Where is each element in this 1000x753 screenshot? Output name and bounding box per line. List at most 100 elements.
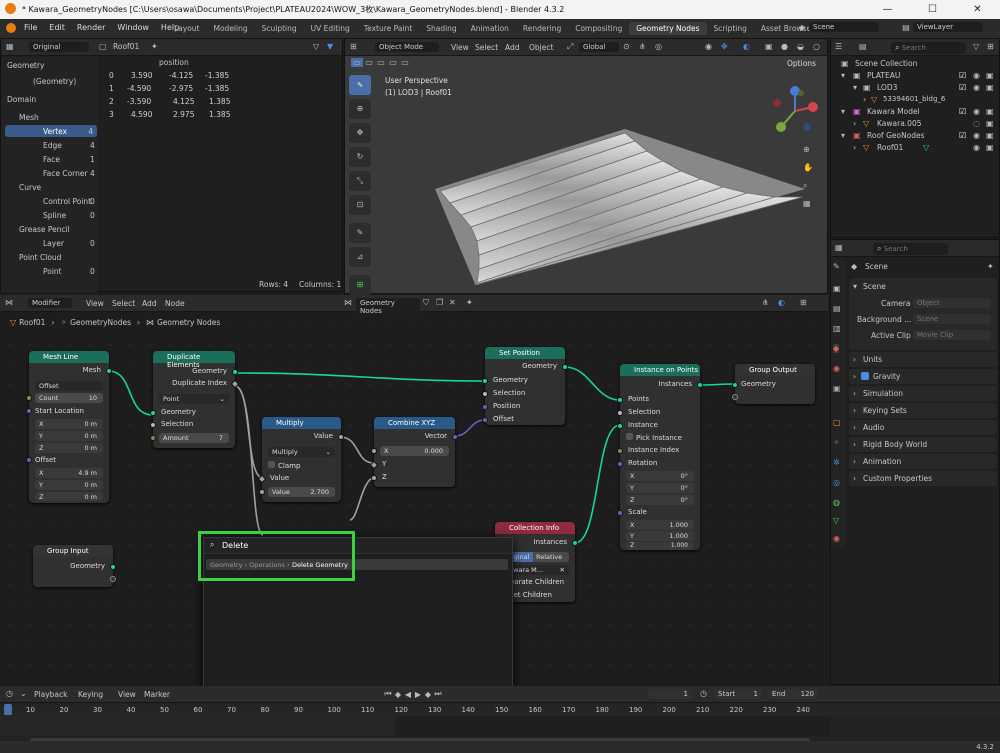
socket-geometry-out[interactable] bbox=[110, 564, 116, 570]
socket-geometry-in[interactable] bbox=[150, 410, 156, 416]
tab-animation[interactable]: Animation bbox=[464, 22, 516, 35]
collection-tab-icon[interactable]: ▣ bbox=[833, 384, 841, 393]
world-tab-icon[interactable]: ◉ bbox=[833, 364, 840, 373]
measure-tool-icon[interactable]: ⊿ bbox=[349, 247, 371, 267]
socket-empty-out[interactable] bbox=[110, 576, 116, 582]
play-reverse-icon[interactable]: ◀ bbox=[403, 690, 413, 699]
socket-geometry-out[interactable] bbox=[562, 364, 568, 370]
prev-key-icon[interactable]: ◆ bbox=[393, 690, 403, 699]
background-field[interactable]: Scene bbox=[913, 314, 991, 324]
pick-instance-checkbox[interactable] bbox=[626, 433, 633, 440]
outliner-search[interactable]: ⌕ Search bbox=[891, 42, 966, 54]
clamp-checkbox[interactable] bbox=[268, 461, 275, 468]
filter-icon[interactable]: ▽ bbox=[973, 42, 979, 51]
output-tab-icon[interactable]: ▤ bbox=[833, 304, 841, 313]
node-header[interactable]: Group Input bbox=[33, 545, 113, 557]
jump-start-icon[interactable]: ⏮ bbox=[383, 689, 393, 699]
filter-icon[interactable]: ▽ bbox=[313, 42, 319, 51]
outliner-row-scene-collection[interactable]: ▣ Scene Collection bbox=[831, 59, 991, 71]
socket-offset-in[interactable] bbox=[482, 417, 488, 423]
tree-edge[interactable]: Edge bbox=[43, 141, 62, 150]
select-intersect-icon[interactable]: ▭ bbox=[399, 58, 411, 67]
zoom-icon[interactable]: ⊕ bbox=[803, 145, 810, 154]
timeline-menu-playback[interactable]: Playback bbox=[34, 690, 67, 699]
checkbox-icon[interactable]: ☑ bbox=[959, 71, 966, 80]
ortho-grid-icon[interactable]: ▦ bbox=[803, 199, 811, 208]
node-instance-on-points[interactable]: Instance on Points Instances Points Sele… bbox=[617, 364, 703, 550]
node-header[interactable]: Duplicate Elements bbox=[153, 351, 235, 369]
eye-hidden-icon[interactable]: ◌ bbox=[973, 119, 980, 128]
menu-window[interactable]: Window bbox=[117, 23, 149, 32]
active-clip-field[interactable]: Movie Clip bbox=[913, 330, 991, 340]
tree-face-corner[interactable]: Face Corner bbox=[43, 169, 88, 178]
pan-hand-icon[interactable]: ✋ bbox=[803, 163, 813, 172]
timeline-menu-view[interactable]: View bbox=[118, 690, 136, 699]
viewport-menu-view[interactable]: View bbox=[451, 43, 469, 52]
tab-texture-paint[interactable]: Texture Paint bbox=[357, 22, 419, 35]
tab-uv-editing[interactable]: UV Editing bbox=[304, 22, 357, 35]
tree-face[interactable]: Face bbox=[43, 155, 60, 164]
socket-offset-in[interactable] bbox=[26, 457, 32, 463]
checkbox-icon[interactable]: ☑ bbox=[959, 83, 966, 92]
funnel-icon[interactable]: ▼ bbox=[327, 42, 333, 51]
chevron-down-icon[interactable]: ▾ bbox=[841, 71, 845, 80]
camera-icon[interactable]: ▣ bbox=[986, 83, 994, 92]
camera-view-icon[interactable]: ⌕ bbox=[803, 181, 807, 191]
socket-selection-in[interactable] bbox=[482, 391, 488, 397]
viewport-menu-object[interactable]: Object bbox=[529, 43, 553, 52]
tree-mesh[interactable]: Mesh bbox=[19, 113, 39, 122]
relative-toggle[interactable]: Relative bbox=[533, 552, 569, 562]
tab-modeling[interactable]: Modeling bbox=[207, 22, 255, 35]
node-duplicate-elements[interactable]: Duplicate Elements Geometry Duplicate In… bbox=[150, 351, 240, 448]
tree-point-cloud[interactable]: Point Cloud bbox=[19, 253, 61, 262]
3d-viewport[interactable]: ⊞ Object Mode View Select Add Object ⤢ G… bbox=[344, 38, 828, 295]
display-mode-icon[interactable]: ▤ bbox=[859, 42, 867, 51]
stopwatch-icon[interactable]: ◷ bbox=[700, 689, 707, 698]
gizmo-toggle-icon[interactable]: ✥ bbox=[721, 42, 728, 51]
chevron-down-icon[interactable]: ⌄ bbox=[20, 689, 27, 698]
count-field[interactable]: Count 10 bbox=[35, 393, 103, 403]
viewport-menu-add[interactable]: Add bbox=[505, 43, 520, 52]
socket-geometry-in[interactable] bbox=[482, 378, 488, 384]
xray-icon[interactable]: ▣ bbox=[765, 42, 773, 51]
outliner-row-kawara005[interactable]: › ▽ Kawara.005 ◌ ▣ bbox=[831, 119, 994, 131]
menu-file[interactable]: File bbox=[24, 23, 37, 32]
material-tab-icon[interactable]: ◉ bbox=[833, 534, 840, 543]
eye-icon[interactable]: ◉ bbox=[973, 83, 980, 92]
socket-z-in[interactable] bbox=[371, 475, 377, 481]
outliner-row-lod3[interactable]: ▾ ▣ LOD3 ☑ ◉ ▣ bbox=[831, 83, 994, 95]
socket-value2-in[interactable] bbox=[259, 489, 265, 495]
view-layer-selector[interactable]: ViewLayer bbox=[913, 22, 983, 32]
pivot-icon[interactable]: ⊙ bbox=[623, 42, 630, 51]
node-header[interactable]: Mesh Line bbox=[29, 351, 109, 363]
select-tool-icon[interactable]: ⬉ bbox=[349, 75, 371, 95]
tool-tab-icon[interactable]: ✎ bbox=[833, 262, 840, 271]
socket-instance-in[interactable] bbox=[617, 423, 623, 429]
render-tab-icon[interactable]: ▣ bbox=[833, 284, 841, 293]
tab-compositing[interactable]: Compositing bbox=[568, 22, 629, 35]
maximize-button[interactable]: ☐ bbox=[910, 0, 955, 19]
socket-selection-in[interactable] bbox=[617, 410, 623, 416]
node-header[interactable]: Group Output bbox=[735, 364, 815, 376]
tree-curve[interactable]: Curve bbox=[19, 183, 41, 192]
section-animation[interactable]: › Animation bbox=[849, 454, 997, 469]
tab-scripting[interactable]: Scripting bbox=[707, 22, 754, 35]
scene-tab-icon[interactable]: ◆ bbox=[833, 344, 840, 353]
socket-empty-in[interactable] bbox=[732, 394, 738, 400]
section-custom-properties[interactable]: › Custom Properties bbox=[849, 471, 997, 486]
proportional-edit-icon[interactable]: ◎ bbox=[655, 42, 662, 51]
outliner-row-kawara-model[interactable]: ▾ ▣ Kawara Model ☑ ◉ ▣ bbox=[831, 107, 994, 119]
constraints-tab-icon[interactable]: ◍ bbox=[833, 498, 840, 507]
outliner-row-bldg[interactable]: › ▽ 53394601_bldg_6 bbox=[831, 95, 991, 107]
socket-geometry-out[interactable] bbox=[232, 369, 238, 375]
operation-dropdown[interactable]: Multiply ⌄ bbox=[268, 447, 335, 457]
tree-vertex-row[interactable]: Vertex 4 bbox=[5, 125, 97, 137]
eye-icon[interactable]: ◉ bbox=[973, 71, 980, 80]
outliner-type-icon[interactable]: ☰ bbox=[835, 42, 842, 51]
camera-icon[interactable]: ▣ bbox=[986, 119, 994, 128]
section-units[interactable]: › Units bbox=[849, 352, 997, 367]
value-field[interactable]: Value 2.700 bbox=[268, 487, 335, 497]
section-rigid-body-world[interactable]: › Rigid Body World bbox=[849, 437, 997, 452]
outliner-row-roof01[interactable]: › ▽ Roof01 ▽ ◉ ▣ bbox=[831, 143, 994, 155]
chevron-right-icon[interactable]: › bbox=[853, 143, 856, 152]
